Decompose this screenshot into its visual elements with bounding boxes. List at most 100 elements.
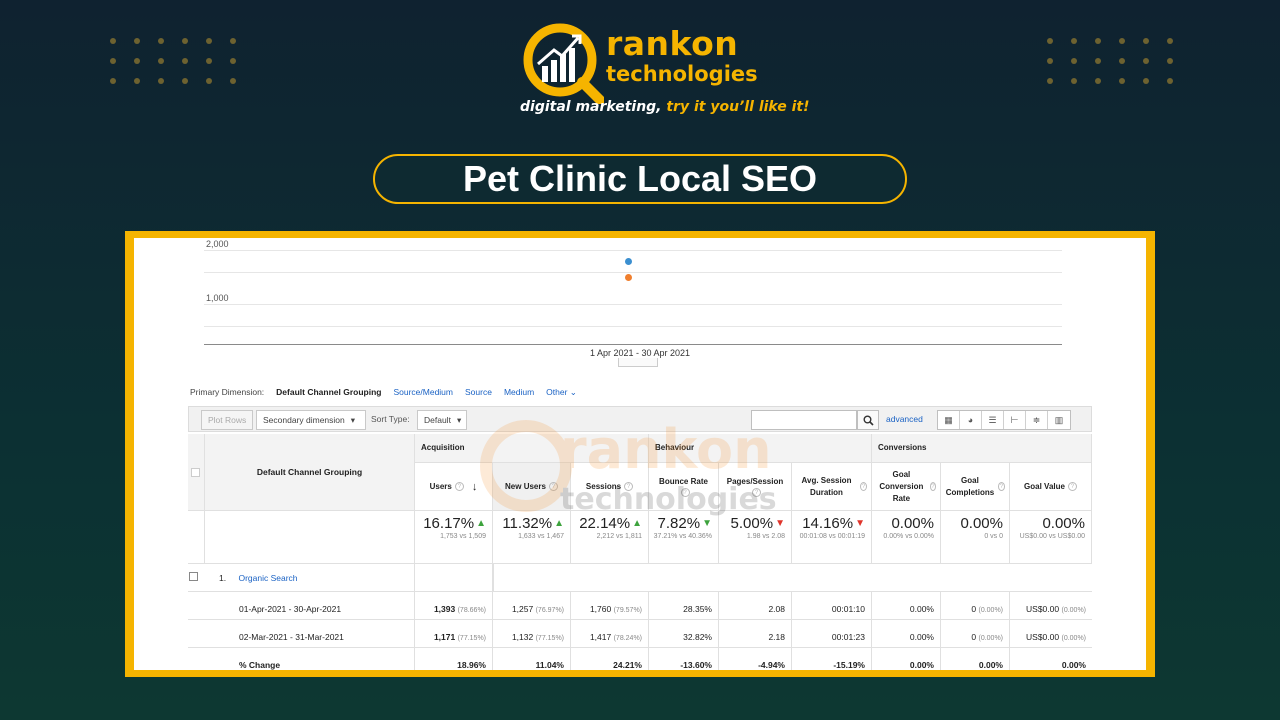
grid-line <box>204 304 1062 305</box>
column-label: Users <box>429 481 452 491</box>
primary-dimension-source[interactable]: Source <box>465 387 492 398</box>
channel-link-organic-search[interactable]: Organic Search <box>238 573 297 583</box>
summary-new-users: 11.32% ▲ 1,633 vs 1,467 <box>493 511 571 564</box>
column-header-bounce-rate[interactable]: Bounce Rate? <box>649 463 719 511</box>
search-icon[interactable] <box>857 410 879 430</box>
cell-value: 1,257 <box>511 604 534 614</box>
summary-value: 5.00% <box>730 515 774 532</box>
column-header-goal-value[interactable]: Goal Value? <box>1010 463 1092 511</box>
plot-rows-button[interactable]: Plot Rows <box>201 410 254 430</box>
primary-dimension-active[interactable]: Default Channel Grouping <box>276 387 381 398</box>
column-label: Goal Completions <box>945 475 995 497</box>
percent-change-label: % Change <box>205 648 415 670</box>
chevron-down-icon: ▾ <box>456 414 462 425</box>
chart-resize-handle[interactable] <box>618 358 658 367</box>
summary-goal-conversion-rate: 0.00% 0.00% vs 0.00% <box>872 511 941 564</box>
change-goal-value: 0.00% <box>1010 648 1092 670</box>
column-header-avg-session-duration[interactable]: Avg. Session Duration? <box>792 463 872 511</box>
table-view-icon[interactable]: ▦ <box>938 411 960 429</box>
group-behaviour: Behaviour <box>649 434 872 463</box>
magnifier-growth-chart-icon <box>523 23 604 104</box>
brand-tagline: digital marketing, try it you’ll like it… <box>520 99 810 115</box>
summary-detail: 1,753 vs 1,509 <box>440 533 486 540</box>
row-checkbox[interactable] <box>189 572 198 581</box>
cell-value: 1,760 <box>589 604 612 614</box>
summary-value: 22.14% <box>579 515 631 532</box>
cell-value: 1,393 <box>433 604 456 614</box>
column-header-goal-conversion-rate[interactable]: Goal Conversion Rate? <box>872 463 941 511</box>
row-users: 1,393 (78.66%) <box>415 592 493 620</box>
summary-value: 11.32% <box>502 515 553 532</box>
cell-percent: (78.66%) <box>457 607 486 614</box>
header-check-column <box>188 434 205 511</box>
help-icon[interactable]: ? <box>997 482 1005 491</box>
data-point-series-1[interactable] <box>625 258 632 266</box>
help-icon[interactable]: ? <box>624 482 634 491</box>
dimension-header[interactable]: Default Channel Grouping <box>205 434 415 511</box>
select-all-checkbox[interactable] <box>191 468 200 477</box>
change-sessions: 24.21% <box>571 648 649 670</box>
column-label: Bounce Rate <box>659 477 708 486</box>
primary-dimension-bar: Primary Dimension: Default Channel Group… <box>190 387 577 398</box>
sort-arrow-icon: ↓ <box>471 480 478 493</box>
help-icon[interactable]: ? <box>752 488 761 497</box>
summary-check-cell <box>188 511 205 564</box>
row-spacer <box>188 648 205 670</box>
data-point-series-2[interactable] <box>625 274 632 282</box>
column-header-sessions[interactable]: Sessions? <box>571 463 649 511</box>
row-bounce-rate: 28.35% <box>649 592 719 620</box>
channel-check-cell <box>188 564 205 592</box>
summary-detail: 2,212 vs 1,811 <box>596 533 642 540</box>
summary-avg-session-duration: 14.16% ▼ 00:01:08 vs 00:01:19 <box>792 511 872 564</box>
help-icon[interactable]: ? <box>1067 482 1077 491</box>
cell-percent: (77.15%) <box>457 635 486 642</box>
column-header-pages-session[interactable]: Pages/Session? <box>719 463 792 511</box>
column-header-users[interactable]: Users? ↓ <box>415 463 493 511</box>
pivot-view-icon[interactable]: ▥ <box>1048 411 1070 429</box>
date-range-row-label: 02-Mar-2021 - 31-Mar-2021 <box>205 620 415 648</box>
row-new-users: 1,132 (77.15%) <box>493 620 571 648</box>
cell-value: 0 <box>971 604 977 614</box>
comparison-view-icon[interactable]: ⊢ <box>1004 411 1026 429</box>
x-tick-label: 1 Apr 2021 - 30 Apr 2021 <box>589 348 691 358</box>
cell-value: 0 <box>971 632 977 642</box>
summary-detail: US$0.00 vs US$0.00 <box>1019 533 1085 540</box>
sort-type-select[interactable]: Default ▾ <box>417 410 467 430</box>
row-index: 1. <box>219 573 227 583</box>
summary-label-cell <box>205 511 415 564</box>
help-icon[interactable]: ? <box>859 482 867 491</box>
date-range-row-label: 01-Apr-2021 - 30-Apr-2021 <box>205 592 415 620</box>
column-header-goal-completions[interactable]: Goal Completions? <box>941 463 1010 511</box>
arrow-down-icon: ▼ <box>702 518 712 529</box>
grid-line <box>204 250 1062 251</box>
summary-value: 0.00% <box>960 515 1003 532</box>
column-header-new-users[interactable]: New Users? <box>493 463 571 511</box>
pie-view-icon[interactable]: ◕ <box>960 411 982 429</box>
arrow-down-icon: ▼ <box>855 518 865 529</box>
primary-dimension-source-medium[interactable]: Source/Medium <box>393 387 453 398</box>
performance-view-icon[interactable]: ☰ <box>982 411 1004 429</box>
help-icon[interactable]: ? <box>680 488 690 497</box>
help-icon[interactable]: ? <box>454 482 464 491</box>
row-goal-conversion-rate: 0.00% <box>872 592 941 620</box>
primary-dimension-medium[interactable]: Medium <box>504 387 534 398</box>
chevron-down-icon: ▾ <box>350 414 356 425</box>
summary-bounce-rate: 7.82% ▼ 37.21% vs 40.36% <box>649 511 719 564</box>
decorative-dots-left <box>110 38 238 84</box>
help-icon[interactable]: ? <box>929 482 936 491</box>
summary-sessions: 22.14% ▲ 2,212 vs 1,811 <box>571 511 649 564</box>
term-cloud-icon[interactable]: ≑ <box>1026 411 1048 429</box>
cell-percent: (0.00%) <box>978 607 1003 614</box>
y-tick-label: 2,000 <box>206 239 229 249</box>
help-icon[interactable]: ? <box>548 482 558 491</box>
row-goal-completions: 0 (0.00%) <box>941 620 1010 648</box>
cell-percent: (0.00%) <box>1061 607 1086 614</box>
secondary-dimension-select[interactable]: Secondary dimension ▾ <box>256 410 366 430</box>
primary-dimension-other[interactable]: Other ⌄ <box>546 387 577 398</box>
row-goal-value: US$0.00 (0.00%) <box>1010 592 1092 620</box>
analytics-chart: 2,000 1,000 1 Apr 2021 - 30 Apr 2021 <box>134 238 1146 368</box>
advanced-filter-link[interactable]: advanced <box>886 414 923 424</box>
table-search-input[interactable] <box>751 410 857 430</box>
summary-value: 0.00% <box>891 515 934 532</box>
decorative-dots-right <box>1047 38 1175 84</box>
